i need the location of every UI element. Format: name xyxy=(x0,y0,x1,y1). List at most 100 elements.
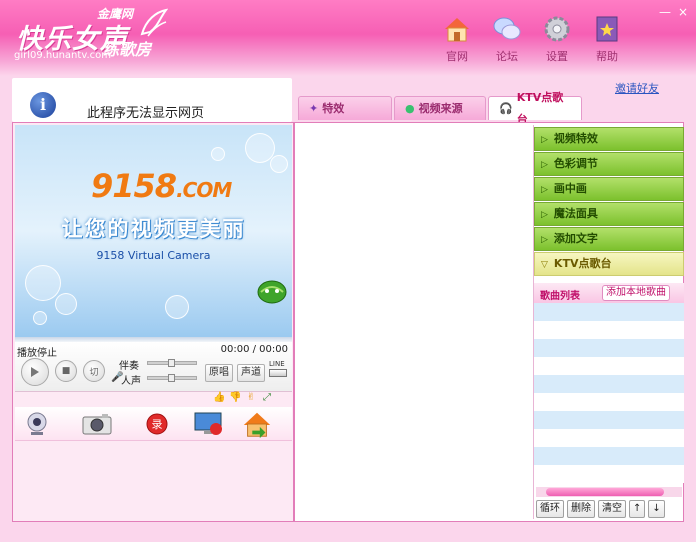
watermelon-mascot-icon xyxy=(257,280,287,304)
song-list-header: 歌曲列表 添加本地歌曲 xyxy=(534,283,684,303)
list-item[interactable] xyxy=(534,339,684,357)
stop-icon: ■ xyxy=(61,366,71,376)
scrollbar-thumb[interactable] xyxy=(546,488,664,496)
line-in-toggle[interactable]: LINE xyxy=(269,360,287,377)
accordion-label: 视频特效 xyxy=(553,132,598,145)
error-message: 此程序无法显示网页 xyxy=(87,106,205,121)
bubble-decoration xyxy=(55,293,77,315)
tab-bar: ✦ 特效 ● 视频来源 🎧 KTV点歌台 xyxy=(298,91,584,126)
bulb-icon: ● xyxy=(405,101,415,115)
camera-icon xyxy=(82,414,112,435)
list-item[interactable] xyxy=(534,393,684,411)
list-item[interactable] xyxy=(534,465,684,483)
slider-knob[interactable] xyxy=(168,374,175,382)
forum-button[interactable]: 论坛 xyxy=(482,14,532,66)
accordion-label: 添加文字 xyxy=(553,232,598,245)
screen-capture-button[interactable] xyxy=(193,411,225,437)
wings-logo-icon xyxy=(140,8,168,37)
tab-video-source[interactable]: ● 视频来源 xyxy=(394,96,486,120)
list-item[interactable] xyxy=(534,411,684,429)
list-item[interactable] xyxy=(534,447,684,465)
accompany-slider[interactable] xyxy=(147,359,197,367)
logo-url: girl09.hunantv.com xyxy=(14,50,111,61)
settings-button[interactable]: 设置 xyxy=(532,14,582,66)
slogan: 让您的视频更美丽 xyxy=(61,217,246,241)
triangle-right-icon: ▷ xyxy=(541,135,548,145)
clear-button[interactable]: 清空 xyxy=(598,500,626,518)
list-item[interactable] xyxy=(534,375,684,393)
accordion-picture-in-picture[interactable]: ▷ 画中画 xyxy=(534,177,684,201)
accordion-video-effects[interactable]: ▷ 视频特效 xyxy=(534,127,684,151)
add-local-song-button[interactable]: 添加本地歌曲 xyxy=(602,285,670,301)
song-list-title: 歌曲列表 xyxy=(540,291,580,302)
line-switch-icon xyxy=(269,369,287,377)
magic-wand-icon: ✦ xyxy=(309,101,319,115)
play-icon xyxy=(31,367,39,377)
delete-button[interactable]: 删除 xyxy=(567,500,595,518)
tab-label: 视频来源 xyxy=(418,101,463,115)
stop-button[interactable]: ■ xyxy=(55,360,77,382)
toolbar: 官网 论坛 设置 帮助 xyxy=(432,14,632,66)
horizontal-scrollbar[interactable] xyxy=(536,487,682,497)
voice-label: 人声 xyxy=(121,376,141,387)
virtual-camera-caption: 9158 Virtual Camera xyxy=(96,249,211,262)
slider-knob[interactable] xyxy=(168,359,175,367)
playback-time: 00:00 / 00:00 xyxy=(220,344,288,355)
brand-logo: 9158.COM xyxy=(91,167,232,205)
official-site-button[interactable]: 官网 xyxy=(432,14,482,66)
close-button[interactable]: × xyxy=(676,6,690,18)
tab-effects[interactable]: ✦ 特效 xyxy=(298,96,392,120)
list-item[interactable] xyxy=(534,303,684,321)
thumbs-up-icon[interactable]: 👍 xyxy=(213,392,225,404)
triangle-right-icon: ▷ xyxy=(541,185,548,195)
info-icon: i xyxy=(30,92,56,118)
bubble-decoration xyxy=(33,311,47,325)
toolbar-label: 设置 xyxy=(546,50,568,63)
accordion-magic-mask[interactable]: ▷ 魔法面具 xyxy=(534,202,684,226)
channel-button[interactable]: 声道 xyxy=(237,364,265,382)
cut-button[interactable]: 切 xyxy=(83,360,105,382)
record-button[interactable]: 录 xyxy=(141,411,173,437)
move-down-button[interactable]: ↓ xyxy=(648,500,665,518)
bubble-decoration xyxy=(25,265,61,301)
playback-status: 播放停止 xyxy=(17,348,57,359)
playlist-controls: 循环 删除 清空 ↑ ↓ xyxy=(536,500,665,518)
brand-number: 9158 xyxy=(91,167,177,205)
home-effect-button[interactable] xyxy=(241,411,273,439)
accordion-add-text[interactable]: ▷ 添加文字 xyxy=(534,227,684,251)
accompany-label: 伴奏 xyxy=(119,361,139,372)
webcam-button[interactable] xyxy=(21,411,53,437)
quick-actions: 👍 👎 ✌ ⤢ xyxy=(213,392,273,406)
accordion-label: 色彩调节 xyxy=(553,157,598,170)
list-item[interactable] xyxy=(534,321,684,339)
list-item[interactable] xyxy=(534,429,684,447)
invite-friends-link[interactable]: 邀请好友 xyxy=(615,80,659,96)
toolbar-label: 帮助 xyxy=(596,50,618,63)
gesture-icon[interactable]: ✌ xyxy=(245,392,257,404)
move-up-button[interactable]: ↑ xyxy=(629,500,646,518)
home-arrow-icon xyxy=(243,412,271,439)
snapshot-button[interactable] xyxy=(81,411,113,437)
minimize-button[interactable]: — xyxy=(658,6,672,18)
tab-ktv[interactable]: 🎧 KTV点歌台 xyxy=(488,91,582,126)
arrow-down-icon: ↓ xyxy=(652,503,661,514)
monitor-icon xyxy=(194,412,222,435)
accordion-ktv[interactable]: ▽ KTV点歌台 xyxy=(534,252,684,276)
accordion-color-adjust[interactable]: ▷ 色彩调节 xyxy=(534,152,684,176)
title-bar: 金鹰网 快乐女声 练歌房 girl09.hunantv.com — × 官网 论… xyxy=(0,0,696,76)
help-button[interactable]: 帮助 xyxy=(582,14,632,66)
loop-button[interactable]: 循环 xyxy=(536,500,564,518)
list-item[interactable] xyxy=(534,357,684,375)
ktv-sidebar: ▷ 视频特效 ▷ 色彩调节 ▷ 画中画 ▷ 魔法面具 ▷ 添加文字 ▽ KTV点歌台 歌曲列… xyxy=(533,125,684,519)
voice-slider[interactable] xyxy=(147,374,197,382)
thumbs-down-icon[interactable]: 👎 xyxy=(229,392,241,404)
play-button[interactable] xyxy=(21,358,49,386)
accordion-label: 魔法面具 xyxy=(553,207,598,220)
song-list[interactable] xyxy=(534,303,684,487)
bubble-decoration xyxy=(211,147,225,161)
gear-icon xyxy=(544,16,570,42)
original-vocal-button[interactable]: 原唱 xyxy=(205,364,233,382)
fullscreen-icon[interactable]: ⤢ xyxy=(261,392,273,404)
effect-toolbar: 录 xyxy=(15,407,292,441)
cut-label: 切 xyxy=(89,367,99,378)
